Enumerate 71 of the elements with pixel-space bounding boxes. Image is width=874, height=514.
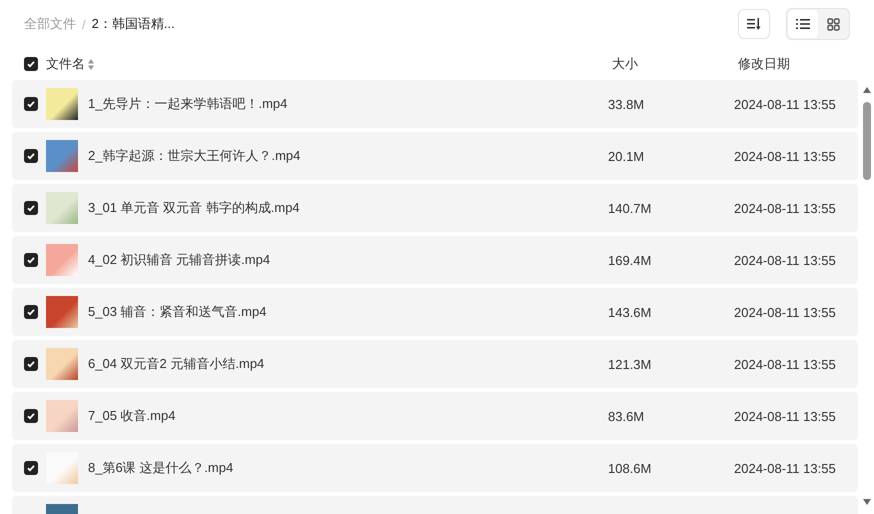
checkbox[interactable] [24,409,38,423]
checkmark-icon [26,359,36,369]
sort-arrows-icon[interactable] [88,58,94,70]
file-name: 6_04 双元音2 元辅音小结.mp4 [88,355,264,373]
modified-date: 2024-08-11 13:55 [734,148,836,164]
file-size: 143.6M [608,304,652,320]
checkmark-icon [26,59,36,69]
file-row[interactable]: 4_02 初识辅音 元辅音拼读.mp4 169.4M 2024-08-11 13:55 [12,236,858,284]
file-size: 83.6M [608,408,644,424]
file-size: 169.4M [608,252,652,268]
list-view-button[interactable] [788,10,818,38]
checkmark-icon [26,255,36,265]
file-size: 33.8M [608,96,644,112]
video-thumbnail [46,140,78,172]
checkbox[interactable] [24,97,38,111]
modified-date: 2024-08-11 13:55 [734,96,836,112]
file-size: 140.7M [608,200,652,216]
checkmark-icon [26,203,36,213]
file-row[interactable]: 3_01 单元音 双元音 韩字的构成.mp4 140.7M 2024-08-11 13:55 [12,184,858,232]
grid-view-icon [826,18,840,30]
file-row[interactable]: 1_先导片：一起来学韩语吧！.mp4 33.8M 2024-08-11 13:55 [12,80,858,128]
checkbox[interactable] [24,57,38,71]
file-row[interactable]: 8_第6课 这是什么？.mp4 108.6M 2024-08-11 13:55 [12,444,858,492]
modified-date: 2024-08-11 13:55 [734,252,836,268]
checkmark-icon [26,307,36,317]
file-row[interactable]: 5_03 辅音：紧音和送气音.mp4 143.6M 2024-08-11 13:55 [12,288,858,336]
column-header: 大小 [612,55,638,73]
video-thumbnail [46,88,78,120]
checkmark-icon [26,411,36,421]
checkbox[interactable] [24,253,38,267]
checkbox[interactable] [24,357,38,371]
file-name: 4_02 初识辅音 元辅音拼读.mp4 [88,251,270,269]
file-size: 20.1M [608,148,644,164]
file-name: 2_韩字起源：世宗大王何许人？.mp4 [88,147,300,165]
file-name: 7_05 收音.mp4 [88,407,176,425]
file-row[interactable]: 7_05 收音.mp4 83.6M 2024-08-11 13:55 [12,392,858,440]
column-header[interactable]: 文件名 [46,55,85,73]
video-thumbnail [46,452,78,484]
file-size: 108.6M [608,460,652,476]
file-name: 5_03 辅音：紧音和送气音.mp4 [88,303,266,321]
sort-button[interactable] [738,9,770,39]
checkmark-icon [26,99,36,109]
checkmark-icon [26,463,36,473]
file-size: 121.3M [608,356,652,372]
list-view-icon [796,18,810,30]
checkbox[interactable] [24,149,38,163]
file-name: 3_01 单元音 双元音 韩字的构成.mp4 [88,199,300,217]
modified-date: 2024-08-11 13:55 [734,304,836,320]
checkbox[interactable] [24,201,38,215]
modified-date: 2024-08-11 13:55 [734,356,836,372]
scrollbar-thumb[interactable] [863,102,871,180]
checkbox[interactable] [24,461,38,475]
checkbox[interactable] [24,305,38,319]
column-header: 修改日期 [738,55,790,73]
scroll-down-icon[interactable] [862,498,872,506]
modified-date: 2024-08-11 13:55 [734,460,836,476]
video-thumbnail [46,348,78,380]
breadcrumb-separator: / [82,16,86,32]
file-row[interactable]: 6_04 双元音2 元辅音小结.mp4 121.3M 2024-08-11 13:55 [12,340,858,388]
file-row[interactable]: 2_韩字起源：世宗大王何许人？.mp4 20.1M 2024-08-11 13:55 [12,132,858,180]
checkmark-icon [26,151,36,161]
sort-icon [747,18,761,30]
file-name: 1_先导片：一起来学韩语吧！.mp4 [88,95,288,113]
video-thumbnail [46,400,78,432]
modified-date: 2024-08-11 13:55 [734,200,836,216]
file-name: 8_第6课 这是什么？.mp4 [88,459,234,477]
modified-date: 2024-08-11 13:55 [734,408,836,424]
video-thumbnail [46,244,78,276]
scroll-up-icon[interactable] [862,86,872,94]
video-thumbnail [46,192,78,224]
video-thumbnail [46,296,78,328]
